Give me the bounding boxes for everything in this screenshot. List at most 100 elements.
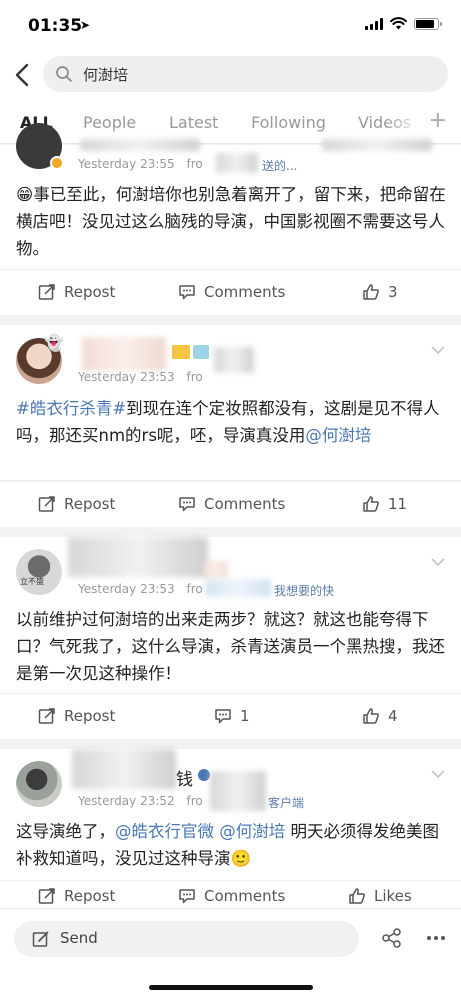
post-actions: Repost Comments 11	[0, 481, 461, 527]
source-redacted	[216, 153, 258, 173]
repost-button[interactable]: Repost	[38, 707, 115, 725]
chevron-down-icon[interactable]	[431, 769, 445, 779]
likes-label: Likes	[374, 887, 412, 905]
post-source[interactable]: 客户端	[268, 794, 304, 811]
status-time: 01:35	[28, 16, 83, 36]
verified-badge-icon	[50, 156, 64, 170]
status-bar: 01:35 ➤	[0, 0, 461, 50]
post-separator	[0, 527, 461, 537]
wifi-icon	[390, 17, 407, 30]
search-row: 何澍培	[0, 50, 461, 100]
comments-button[interactable]: Comments	[178, 283, 285, 301]
post-card[interactable]: 👻 Yesterday 23:53 fro #皓衣行杀青#到现在连个定妆照都没有…	[0, 325, 461, 480]
hashtag-link[interactable]: #皓衣行杀青#	[16, 399, 126, 418]
comment-icon	[179, 285, 195, 300]
filter-tabs: ALL People Latest Following Videos +	[0, 100, 461, 144]
mention-link[interactable]: @皓衣行官微	[115, 822, 214, 841]
avatar[interactable]	[16, 761, 62, 807]
location-arrow-icon: ➤	[80, 18, 91, 32]
repost-icon	[38, 888, 55, 904]
badge-icon	[193, 345, 209, 359]
like-button[interactable]: 4	[362, 707, 398, 725]
post-actions: Repost Comments Likes	[0, 880, 461, 908]
chevron-down-icon[interactable]	[431, 345, 445, 355]
comment-icon	[179, 497, 195, 512]
thumbs-up-icon	[349, 888, 365, 904]
post-time: Yesterday 23:52	[78, 794, 175, 808]
badges-redacted	[322, 139, 432, 151]
source-redacted	[210, 771, 266, 811]
thumbs-up-icon	[363, 284, 379, 300]
repost-button[interactable]: Repost	[38, 495, 115, 513]
comments-button[interactable]: 1	[214, 707, 250, 725]
like-button[interactable]: 11	[362, 495, 407, 513]
share-icon[interactable]	[381, 927, 403, 949]
comment-icon	[179, 889, 195, 904]
search-input[interactable]: 何澍培	[43, 56, 448, 92]
username-redacted	[68, 537, 208, 577]
post-content: #皓衣行杀青#到现在连个定妆照都没有，这剧是见不得人吗，那还买nm的rs呢，呸，…	[16, 395, 448, 449]
mention-link[interactable]: @何澍培	[219, 822, 285, 841]
avatar-text: 立不盛	[20, 577, 44, 586]
like-button[interactable]: Likes	[348, 887, 412, 905]
post-actions: Repost 1 4	[0, 693, 461, 739]
like-count: 3	[388, 283, 398, 301]
comments-label: Comments	[204, 495, 286, 513]
post-source[interactable]: 送的...	[262, 157, 297, 174]
comments-label: Comments	[204, 283, 286, 301]
username-redacted	[72, 749, 176, 789]
post-content: 以前维护过何澍培的出来走两步？就这？就这也能夸得下口？气死我了，这什么导演，杀青…	[16, 606, 448, 687]
tab-latest[interactable]: Latest	[169, 113, 218, 132]
add-tab-icon[interactable]: +	[429, 108, 447, 133]
repost-button[interactable]: Repost	[38, 887, 115, 905]
mention-link[interactable]: @何澍培	[305, 426, 371, 445]
post-time: Yesterday 23:55	[78, 157, 175, 171]
like-count: 11	[388, 495, 408, 513]
badge-redacted	[204, 561, 228, 579]
smile-emoji: 🙂	[230, 849, 252, 868]
post-source-prefix: fro	[186, 370, 203, 384]
send-input[interactable]: Send	[14, 921, 359, 957]
repost-icon	[38, 284, 55, 300]
post-actions: Repost Comments 3	[0, 269, 461, 315]
more-icon[interactable]	[426, 935, 446, 941]
repost-button[interactable]: Repost	[38, 283, 115, 301]
post-separator	[0, 315, 461, 325]
tab-following[interactable]: Following	[251, 113, 326, 132]
post-text: 以前维护过何澍培的出来走两步？就这？就这也能夸得下口？气死我了，这什么导演，杀青…	[16, 610, 445, 683]
member-badge-icon	[172, 345, 190, 359]
grin-emoji: 😁	[16, 185, 34, 204]
comments-count: 1	[240, 707, 250, 725]
like-button[interactable]: 3	[362, 283, 398, 301]
repost-label: Repost	[64, 283, 116, 301]
chevron-down-icon[interactable]	[431, 557, 445, 567]
post-text: 事已至此，何澍培你也别急着离开了，留下来，把命留在横店吧！没见过这么脑残的导演，…	[16, 185, 446, 258]
post-card[interactable]: 立不盛 Yesterday 23:53 fro 我想要的快 以前维护过何澍培的出…	[0, 537, 461, 693]
ghost-badge-icon: 👻	[44, 333, 64, 352]
comments-button[interactable]: Comments	[178, 887, 285, 905]
avatar[interactable]: 立不盛	[16, 549, 62, 595]
post-source-prefix: fro	[186, 794, 203, 808]
thumbs-up-icon	[363, 496, 379, 512]
tabs-fade	[385, 100, 425, 142]
post-card[interactable]: 钱 Yesterday 23:52 fro 客户端 这导演绝了，@皓衣行官微 @…	[0, 749, 461, 881]
like-count: 4	[388, 707, 398, 725]
status-indicators	[365, 17, 442, 30]
bottom-bar: Send	[0, 908, 461, 1000]
back-arrow-icon[interactable]	[10, 60, 36, 90]
badge-icon	[198, 769, 210, 781]
repost-label: Repost	[64, 887, 116, 905]
send-label: Send	[60, 929, 98, 947]
compose-icon	[32, 931, 49, 947]
comments-label: Comments	[204, 887, 286, 905]
comments-button[interactable]: Comments	[178, 495, 285, 513]
search-query: 何澍培	[83, 66, 129, 84]
repost-icon	[38, 708, 55, 724]
username-tail[interactable]: 钱	[176, 765, 193, 790]
post-source[interactable]: 我想要的快	[274, 582, 334, 599]
username-redacted	[82, 337, 166, 371]
repost-label: Repost	[64, 495, 116, 513]
repost-icon	[38, 496, 55, 512]
post-separator	[0, 739, 461, 749]
tab-people[interactable]: People	[83, 113, 136, 132]
